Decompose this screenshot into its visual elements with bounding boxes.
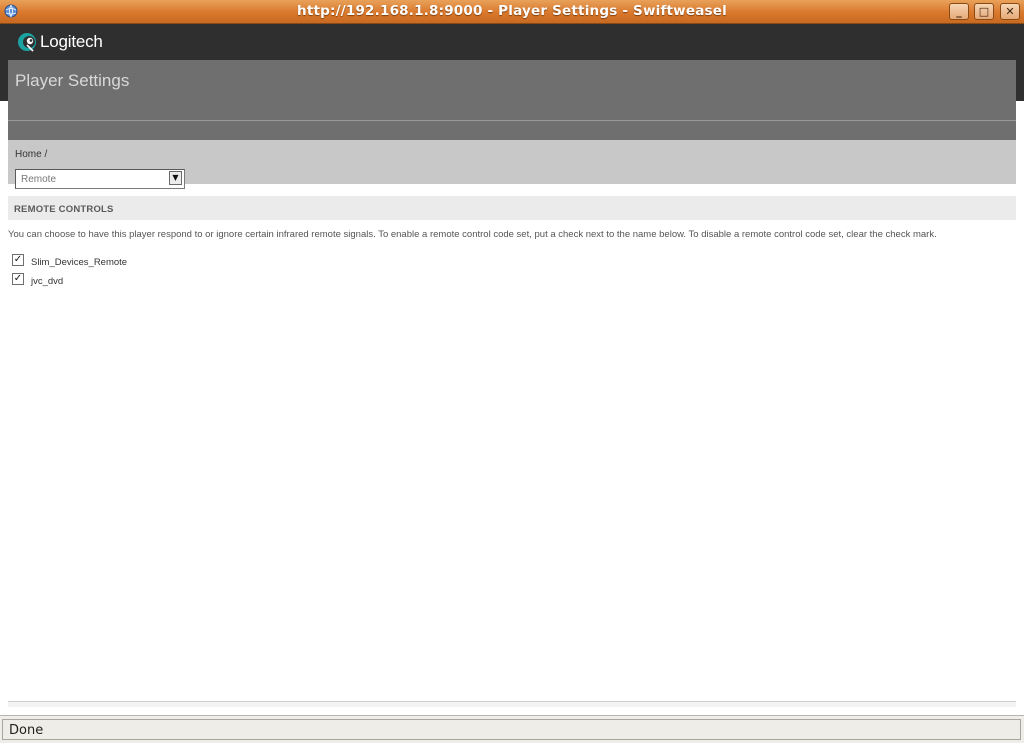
- footer-divider: [8, 701, 1016, 707]
- section-description: You can choose to have this player respo…: [8, 229, 937, 240]
- remote-name: Slim_Devices_Remote: [31, 257, 128, 268]
- page-title: Player Settings: [15, 71, 130, 90]
- window-titlebar[interactable]: http://192.168.1.8:9000 - Player Setting…: [0, 0, 1024, 24]
- status-bar: Done: [0, 715, 1024, 743]
- sub-bar: [8, 121, 1016, 140]
- minimize-button[interactable]: _: [949, 3, 969, 20]
- dropdown-arrow-icon[interactable]: ▼: [169, 171, 182, 185]
- breadcrumb-panel: Home / Remote ▼: [8, 140, 1016, 189]
- checkbox-slim-devices-remote[interactable]: ✓: [12, 254, 24, 266]
- logo-text: Logitech: [40, 32, 103, 51]
- maximize-button[interactable]: □: [974, 3, 994, 20]
- status-text: Done: [9, 723, 44, 738]
- logitech-logo-icon: [18, 33, 36, 52]
- breadcrumb[interactable]: Home /: [15, 149, 47, 160]
- section-title: REMOTE CONTROLS: [14, 204, 114, 215]
- status-field: Done: [2, 719, 1021, 740]
- window-title: http://192.168.1.8:9000 - Player Setting…: [297, 3, 727, 19]
- checkbox-jvc-dvd[interactable]: ✓: [12, 273, 24, 285]
- close-button[interactable]: ✕: [1000, 3, 1020, 20]
- section-header: REMOTE CONTROLS: [8, 196, 1016, 220]
- logitech-logo[interactable]: Logitech: [16, 31, 103, 53]
- select-value: Remote: [21, 174, 57, 185]
- title-panel: Player Settings: [8, 60, 1016, 120]
- remote-name: jvc_dvd: [31, 276, 64, 287]
- settings-page-select[interactable]: Remote ▼: [15, 169, 185, 189]
